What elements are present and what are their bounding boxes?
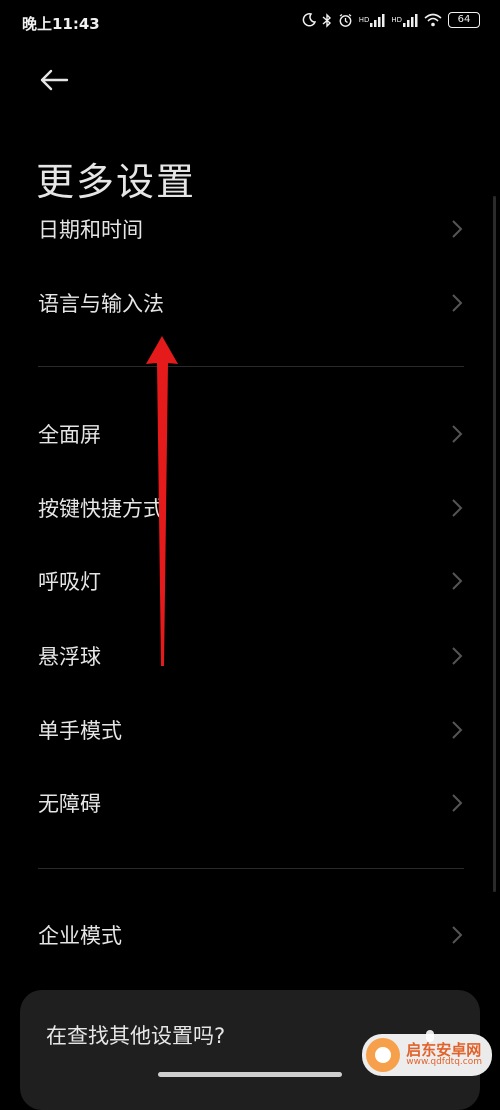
annotation-arrow <box>130 330 190 670</box>
settings-item-language-input[interactable]: 语言与输入法 <box>0 268 500 338</box>
settings-item-label: 企业模式 <box>38 924 122 948</box>
settings-item-label: 悬浮球 <box>38 645 101 669</box>
settings-item-label: 无障碍 <box>38 792 101 816</box>
status-bar: 晚上11:43 HD HD 64 <box>0 0 500 46</box>
chevron-right-icon <box>450 424 464 444</box>
settings-item-label: 全面屏 <box>38 423 101 447</box>
chevron-right-icon <box>450 498 464 518</box>
chevron-right-icon <box>450 571 464 591</box>
search-suggestion-text: 在查找其他设置吗? <box>46 1024 226 1048</box>
battery-indicator: 64 <box>448 12 480 28</box>
hd-label: HD <box>358 15 370 24</box>
status-time: 晚上11:43 <box>22 15 100 33</box>
chevron-right-icon <box>450 646 464 666</box>
settings-item-notification-light[interactable]: 呼吸灯 <box>0 546 500 616</box>
back-arrow-icon <box>39 69 69 95</box>
watermark-title: 启东安卓网 <box>406 1040 482 1059</box>
settings-item-date-time[interactable]: 日期和时间 <box>0 194 500 264</box>
alarm-icon <box>338 13 353 28</box>
settings-item-button-shortcuts[interactable]: 按键快捷方式 <box>0 473 500 543</box>
bluetooth-icon <box>322 12 332 28</box>
wifi-icon <box>424 13 442 27</box>
settings-item-floating-ball[interactable]: 悬浮球 <box>0 621 500 691</box>
settings-item-one-handed[interactable]: 单手模式 <box>0 695 500 765</box>
watermark-url: www.qdfdtq.com <box>406 1057 482 1068</box>
section-divider <box>38 868 464 869</box>
settings-item-label: 呼吸灯 <box>38 570 101 594</box>
hd-label-2: HD <box>391 15 402 24</box>
home-indicator[interactable] <box>158 1072 342 1077</box>
back-button[interactable] <box>34 62 74 102</box>
chevron-right-icon <box>450 219 464 239</box>
section-divider <box>38 366 464 367</box>
settings-item-label: 单手模式 <box>38 719 122 743</box>
status-icons: HD HD 64 <box>302 12 480 28</box>
chevron-right-icon <box>450 720 464 740</box>
signal-hd-icon-2: HD <box>391 13 418 27</box>
watermark-logo: 启东安卓网 www.qdfdtq.com <box>362 1034 492 1076</box>
chevron-right-icon <box>450 793 464 813</box>
settings-item-label: 日期和时间 <box>38 218 143 242</box>
watermark-logo-icon <box>366 1038 401 1072</box>
settings-item-enterprise-mode[interactable]: 企业模式 <box>0 900 500 970</box>
signal-hd-icon: HD <box>359 13 386 27</box>
settings-item-fullscreen[interactable]: 全面屏 <box>0 399 500 469</box>
chevron-right-icon <box>450 925 464 945</box>
chevron-right-icon <box>450 293 464 313</box>
scrollbar[interactable] <box>493 196 496 892</box>
settings-item-label: 语言与输入法 <box>38 292 164 316</box>
settings-item-accessibility[interactable]: 无障碍 <box>0 768 500 838</box>
moon-icon <box>302 13 316 27</box>
